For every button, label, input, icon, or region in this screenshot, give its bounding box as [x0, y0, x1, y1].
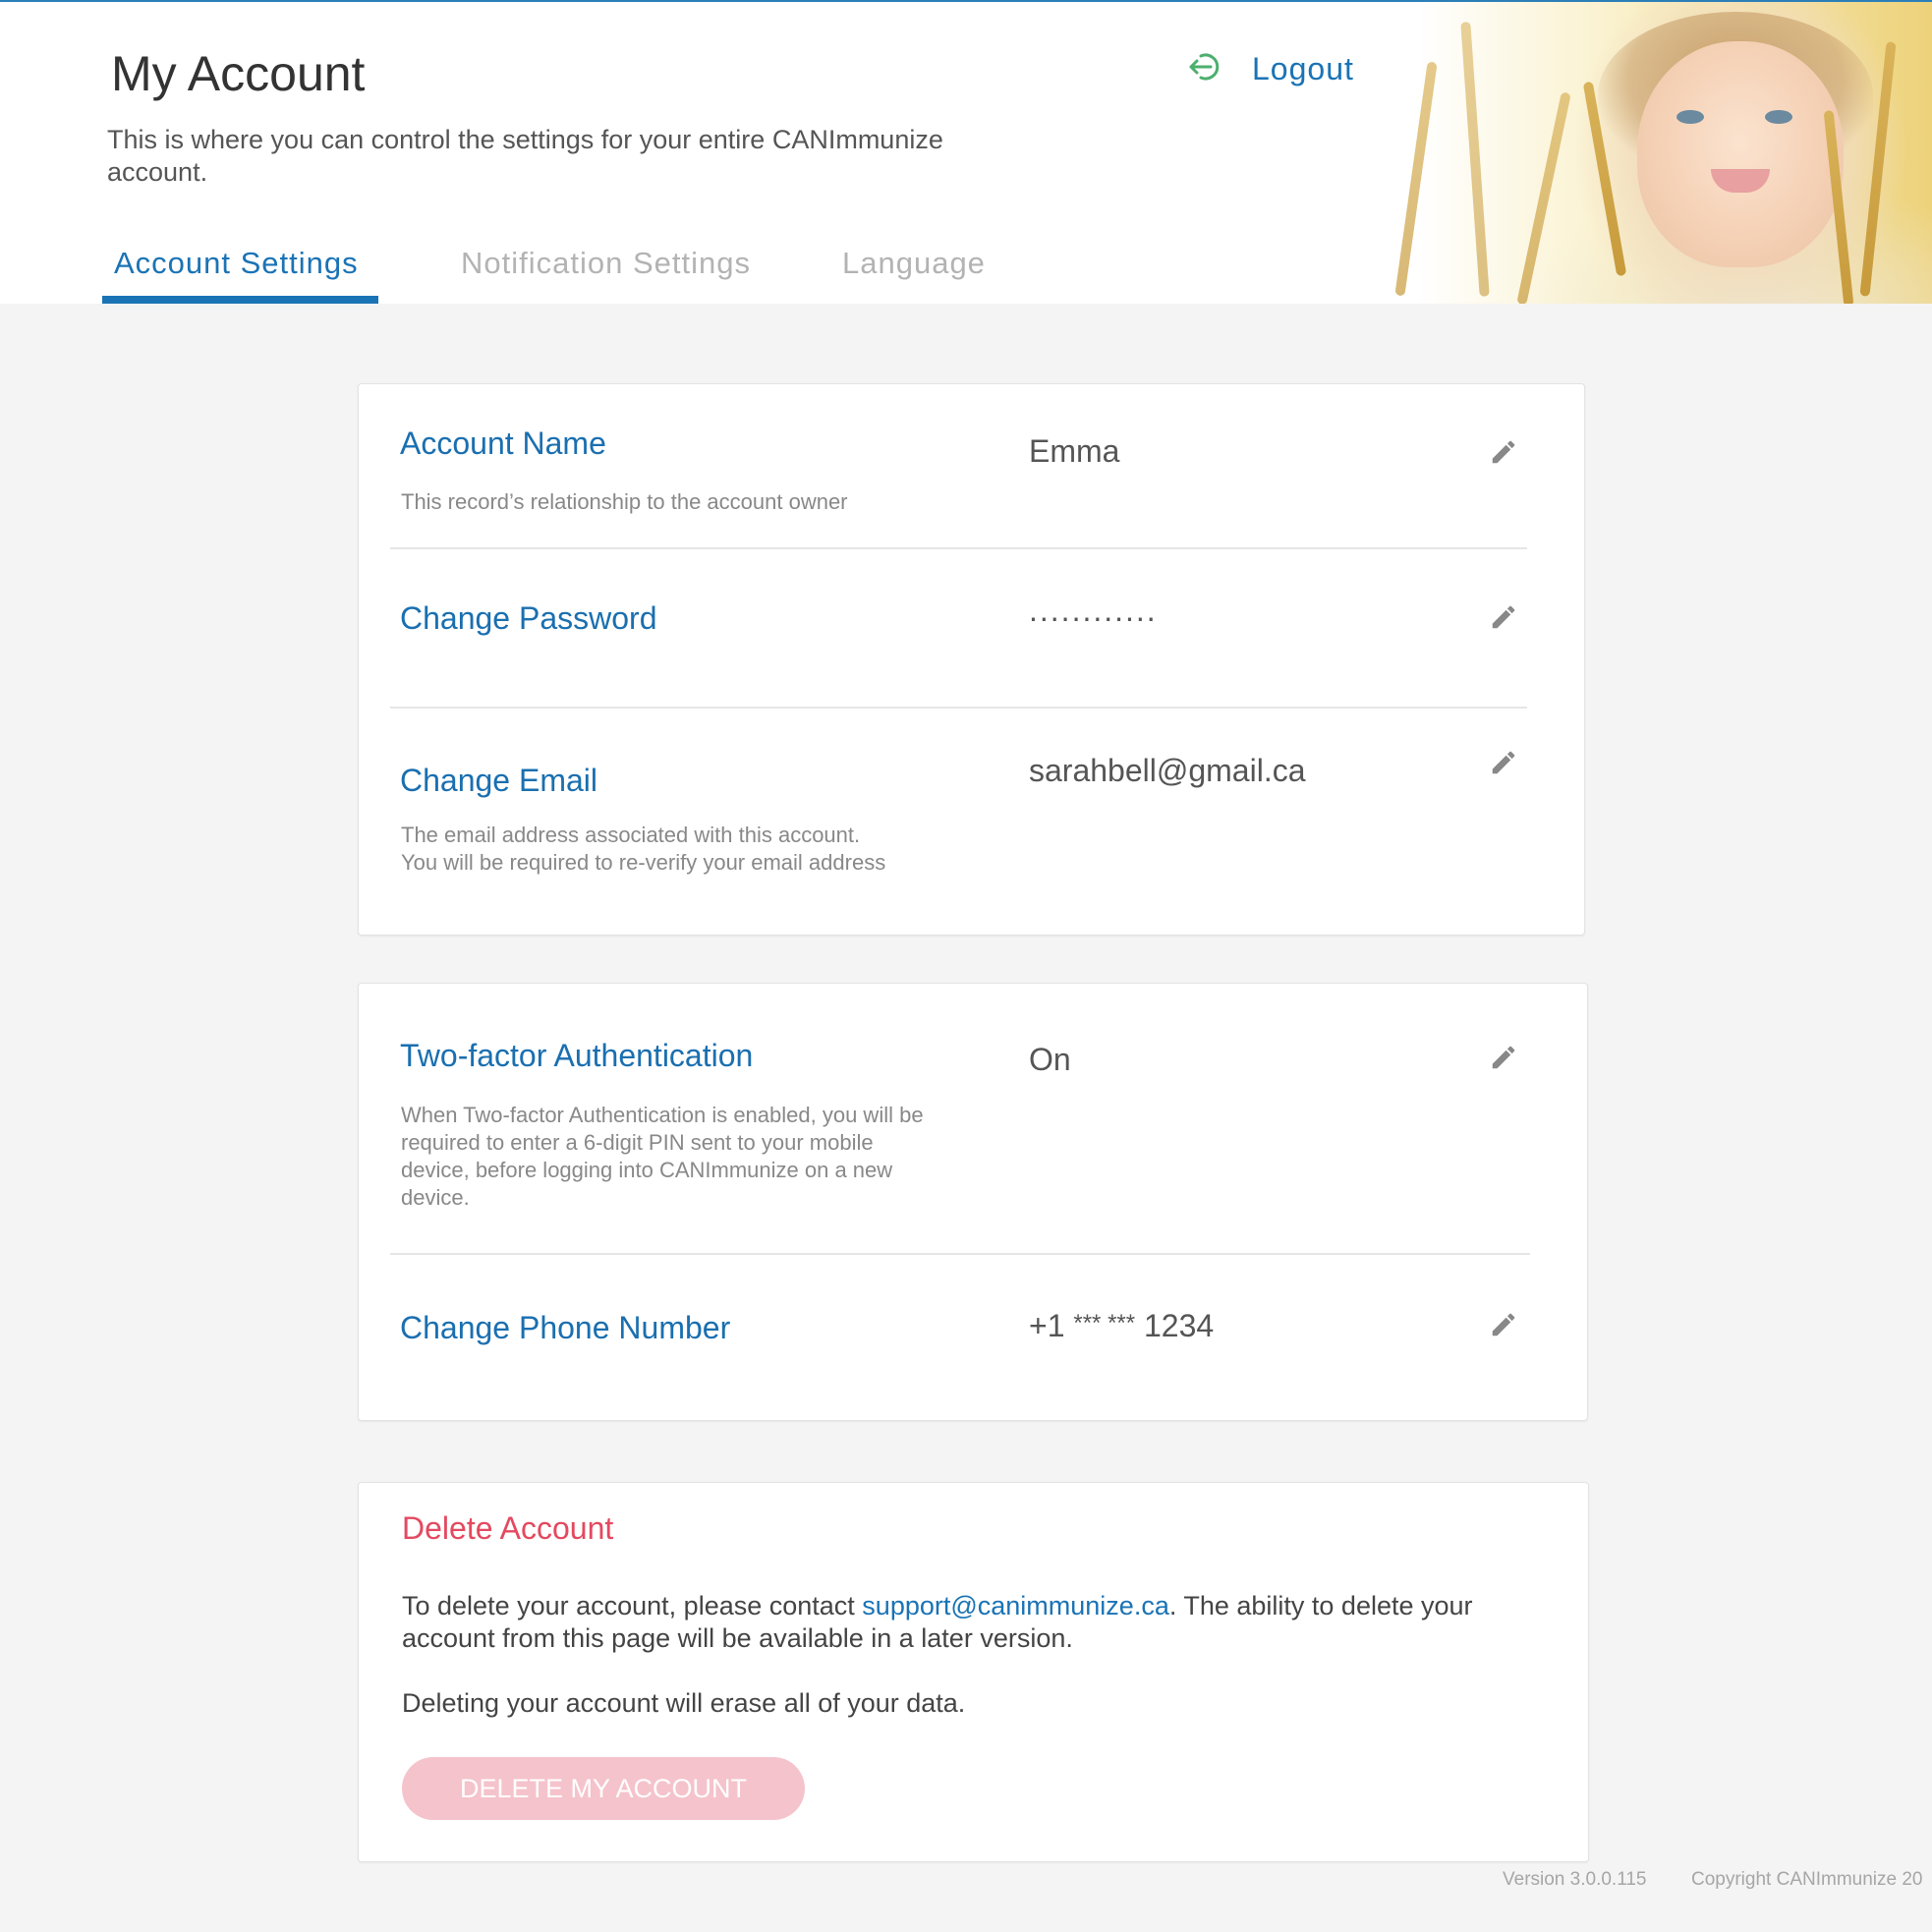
- change-password-row: Change Password ............: [359, 549, 1584, 709]
- phone-prefix: +1: [1029, 1308, 1065, 1343]
- pencil-icon: [1492, 751, 1515, 774]
- phone-mask: *** ***: [1073, 1310, 1136, 1336]
- change-email-description: The email address associated with this a…: [401, 822, 991, 877]
- page-header: My Account This is where you can control…: [0, 2, 1932, 304]
- pencil-icon: [1492, 605, 1515, 629]
- change-email-description-line-1: The email address associated with this a…: [401, 823, 861, 847]
- active-tab-indicator: [102, 296, 378, 304]
- logout-button[interactable]: Logout: [1187, 51, 1354, 87]
- change-email-title: Change Email: [400, 763, 597, 798]
- change-password-title: Change Password: [400, 600, 657, 636]
- delete-my-account-button[interactable]: DELETE MY ACCOUNT: [402, 1757, 805, 1820]
- change-phone-row: Change Phone Number +1 *** *** 1234: [359, 1255, 1587, 1418]
- edit-email-button[interactable]: [1487, 746, 1520, 779]
- pencil-icon: [1492, 440, 1515, 464]
- edit-phone-button[interactable]: [1487, 1308, 1520, 1341]
- change-email-description-line-2: You will be required to re-verify your e…: [401, 850, 886, 875]
- logout-arrow-icon: [1187, 52, 1226, 86]
- change-phone-title: Change Phone Number: [400, 1310, 731, 1345]
- account-settings-card: Account Name This record’s relationship …: [358, 383, 1585, 936]
- account-name-value: Emma: [1029, 433, 1120, 469]
- two-factor-title: Two-factor Authentication: [400, 1038, 754, 1073]
- account-name-description: This record’s relationship to the accoun…: [401, 489, 848, 514]
- support-email-link[interactable]: support@canimmunize.ca: [862, 1591, 1169, 1620]
- page-subtitle: This is where you can control the settin…: [107, 125, 943, 187]
- delete-account-warning: Deleting your account will erase all of …: [402, 1688, 966, 1718]
- delete-instructions-text-start: To delete your account, please contact: [402, 1591, 863, 1620]
- tab-language[interactable]: Language: [842, 246, 986, 281]
- pencil-icon: [1492, 1313, 1515, 1336]
- hero-image: [1244, 2, 1932, 304]
- page-title: My Account: [111, 46, 366, 101]
- edit-two-factor-button[interactable]: [1487, 1041, 1520, 1074]
- phone-suffix: 1234: [1143, 1308, 1215, 1343]
- version-label: Version 3.0.0.115: [1503, 1869, 1647, 1890]
- email-value: sarahbell@gmail.ca: [1029, 753, 1306, 788]
- logout-label: Logout: [1252, 51, 1354, 86]
- security-settings-card: Two-factor Authentication When Two-facto…: [358, 983, 1588, 1421]
- pencil-icon: [1492, 1046, 1515, 1069]
- edit-account-name-button[interactable]: [1487, 435, 1520, 469]
- two-factor-status-value: On: [1029, 1042, 1071, 1077]
- edit-password-button[interactable]: [1487, 600, 1520, 634]
- delete-account-card: Delete Account To delete your account, p…: [358, 1482, 1589, 1862]
- account-name-row: Account Name This record’s relationship …: [359, 384, 1584, 549]
- change-email-row: Change Email The email address associate…: [359, 709, 1584, 933]
- two-factor-row: Two-factor Authentication When Two-facto…: [359, 984, 1587, 1254]
- tab-notification-settings[interactable]: Notification Settings: [461, 246, 751, 281]
- delete-account-title: Delete Account: [402, 1510, 614, 1546]
- account-name-title: Account Name: [400, 426, 606, 461]
- phone-masked-value: +1 *** *** 1234: [1029, 1308, 1214, 1344]
- two-factor-description: When Two-factor Authentication is enable…: [401, 1103, 924, 1210]
- tab-account-settings[interactable]: Account Settings: [114, 246, 359, 281]
- copyright-label: Copyright CANImmunize 20: [1691, 1869, 1923, 1890]
- password-masked-value: ............: [1029, 593, 1158, 628]
- delete-account-instructions: To delete your account, please contact s…: [402, 1590, 1512, 1655]
